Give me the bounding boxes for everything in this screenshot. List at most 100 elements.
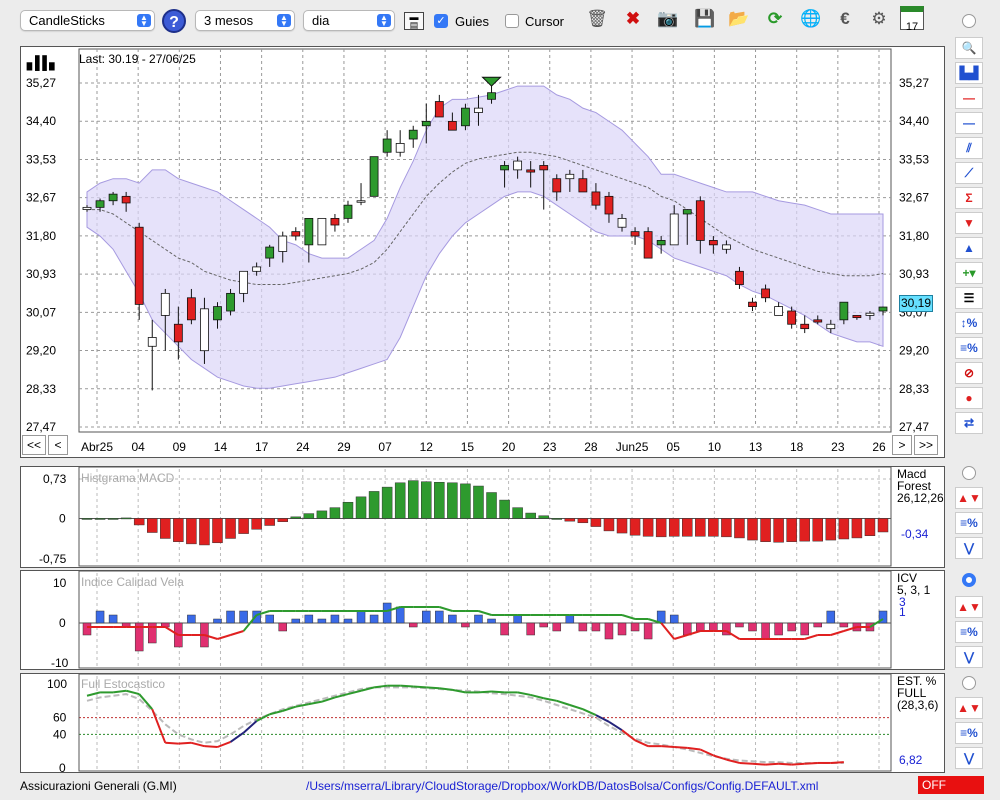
arrow-down-red-icon[interactable]: ▼ [955,212,983,234]
fibonacci-tool-icon[interactable]: Σ [955,187,983,209]
settings-gear-icon[interactable]: ⚙ [866,6,892,32]
config-path-link[interactable]: /Users/mserra/Library/CloudStorage/Dropb… [306,779,818,793]
trendline-tool-icon[interactable]: ⟋ [955,162,983,184]
arrow-up-blue-icon[interactable]: ▲ [955,237,983,259]
curve-icon[interactable]: ⋁ [955,537,983,559]
price-chart-panel[interactable]: 35,27 35,27 34,40 34,40 33,53 33,53 32,67 32,67… [20,46,945,458]
lines-percent-icon[interactable]: ≡% [955,337,983,359]
candle-body [95,200,105,208]
arrows-updown-icon[interactable]: ▲▼ [955,596,983,618]
candle-body [278,235,288,252]
arrows-updown-icon[interactable]: ▲▼ [955,697,983,719]
x-tick-label: 28 [584,440,598,454]
add-indicator-icon[interactable]: +▾ [955,262,983,284]
chart-type-select[interactable]: CandleSticks ▲ ▼ [20,10,155,31]
curve-icon[interactable]: ⋁ [955,747,983,769]
macd-bar [682,518,693,537]
swap-icon[interactable]: ⇄ [955,412,983,434]
icv-bar [291,618,301,624]
macd-radio[interactable] [962,466,976,480]
stoch-k-segment [778,762,792,766]
y-tick-label-left: 31,80 [26,229,56,243]
icv-value-2: 1 [899,605,906,619]
stoch-radio[interactable] [962,676,976,690]
candle-body [669,213,679,246]
off-toggle[interactable]: OFF [918,776,984,794]
lines-percent-icon[interactable]: ≡% [955,621,983,643]
lines-percent-icon[interactable]: ≡% [955,512,983,534]
calendar-range-icon[interactable]: ▬ ▤ [404,12,424,30]
lines-percent-icon[interactable]: ≡% [955,722,983,744]
channel-tool-icon[interactable]: ⫽ [955,137,983,159]
bar-chart-mode-icon[interactable]: ▖▌▌▖ [27,55,59,71]
candle-body [787,310,797,325]
download-globe-icon[interactable]: 🌐 [798,6,824,32]
icv-y-tick: 10 [53,576,67,590]
stochastic-panel[interactable]: 100 60 40 0 Full Estocastico EST. % FULL (2… [20,673,945,773]
interval-select[interactable]: dia ▲ ▼ [303,10,395,31]
camera-icon[interactable]: 📷 [655,6,681,32]
macd-panel[interactable]: 0,73 0 -0,75 Histgrama MACD Macd Forest 26… [20,466,945,568]
macd-bar [225,518,236,539]
icv-bar [422,610,431,624]
icv-panel[interactable]: 10 0 -10 Indice Calidad Vela ICV 5, 3, 1 3… [20,570,945,670]
icv-bar [226,610,235,624]
horizontal-line-blue-icon[interactable]: — [955,112,983,134]
candle-body [369,156,379,197]
icv-bar [630,622,640,632]
y-tick-label-right: 32,67 [899,191,929,205]
marker-triangle [481,76,502,87]
nav-last-button[interactable]: >> [914,435,938,455]
macd-bar [525,512,536,519]
nav-first-button[interactable]: << [22,435,46,455]
calendar-icon[interactable]: 17 [900,6,924,33]
candle-body [408,129,418,140]
guies-checkbox[interactable]: ✓ [434,14,448,28]
refresh-icon[interactable]: ⟳ [762,6,788,32]
macd-bar [316,510,328,519]
macd-bar [329,507,341,519]
zoom-search-icon[interactable]: 🔍 [955,37,983,59]
icv-bar [487,618,496,624]
delete-icon[interactable]: ✖ [620,6,646,32]
lines-list-icon[interactable]: ☰ [955,287,983,309]
help-button[interactable]: ? [162,9,186,33]
candle-body [395,143,405,153]
stoch-k-segment [830,761,844,764]
main-chart-radio[interactable] [962,14,976,28]
scale-percent-icon[interactable]: ↕% [955,312,983,334]
no-entry-icon[interactable]: ⊘ [955,362,983,384]
x-tick-label: 10 [708,440,722,454]
macd-bar [173,518,184,542]
icv-bar [761,622,770,640]
curve-icon[interactable]: ⋁ [955,646,983,668]
macd-y-tick: -0,75 [39,552,67,566]
period-select[interactable]: 3 mesos ▲ ▼ [195,10,295,31]
nav-next-button[interactable]: > [892,435,912,455]
save-icon[interactable]: 💾 [692,6,718,32]
chevron-updown-icon: ▲ ▼ [277,14,291,28]
icv-signal-segment [804,634,819,640]
icv-radio[interactable] [962,573,976,587]
horizontal-line-red-icon[interactable]: — [955,87,983,109]
trash-icon[interactable]: 🗑 [584,6,610,32]
folder-icon[interactable]: 📂 [726,6,752,32]
candle-body [434,101,444,118]
macd-bar [460,483,471,519]
candle-body [513,160,523,171]
nav-prev-button[interactable]: < [48,435,68,455]
icv-bar [408,622,418,628]
euro-icon[interactable]: € [832,6,858,32]
arrows-updown-icon[interactable]: ▲▼ [955,487,983,509]
record-icon[interactable]: ● [955,387,983,409]
macd-bar [564,518,576,522]
macd-bar [877,518,889,533]
cursor-checkbox[interactable] [505,14,519,28]
macd-bar [355,496,367,519]
candle-mode-icon[interactable]: ▙▟ [955,62,983,84]
macd-bar [146,518,158,533]
icv-title: Indice Calidad Vela [81,575,184,589]
macd-bar [303,513,315,519]
macd-bar [655,518,667,538]
icv-bar [513,614,522,624]
